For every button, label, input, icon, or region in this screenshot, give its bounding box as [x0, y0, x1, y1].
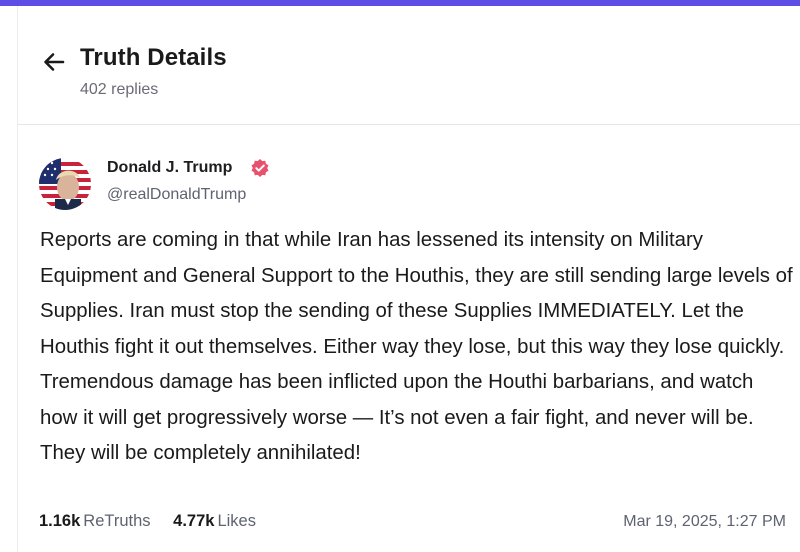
page-header: Truth Details 402 replies: [18, 6, 800, 125]
arrow-left-icon: [44, 53, 65, 71]
author-name[interactable]: Donald J. Trump: [107, 159, 232, 177]
retruths-stat[interactable]: 1.16k ReTruths: [39, 512, 151, 531]
post-stats: 1.16k ReTruths 4.77k Likes: [39, 512, 274, 531]
post-timestamp: Mar 19, 2025, 1:27 PM: [623, 513, 786, 530]
post-body: Reports are coming in that while Iran ha…: [40, 229, 793, 464]
verified-badge-icon: [250, 158, 270, 178]
retruths-count: 1.16k: [39, 512, 81, 530]
likes-stat[interactable]: 4.77k Likes: [173, 512, 256, 531]
back-button[interactable]: [40, 48, 68, 76]
author-handle[interactable]: @realDonaldTrump: [107, 186, 246, 204]
page-title: Truth Details: [80, 44, 227, 71]
likes-count: 4.77k: [173, 512, 215, 530]
likes-label: Likes: [217, 512, 256, 530]
reply-count: 402 replies: [80, 81, 159, 98]
avatar[interactable]: [39, 158, 91, 210]
avatar-image: [39, 158, 91, 210]
truth-details-panel: Truth Details 402 replies Donald J. Trum…: [17, 6, 800, 552]
retruths-label: ReTruths: [83, 512, 151, 530]
truth-post: Donald J. Trump @realDonaldTrump Reports…: [18, 125, 800, 552]
